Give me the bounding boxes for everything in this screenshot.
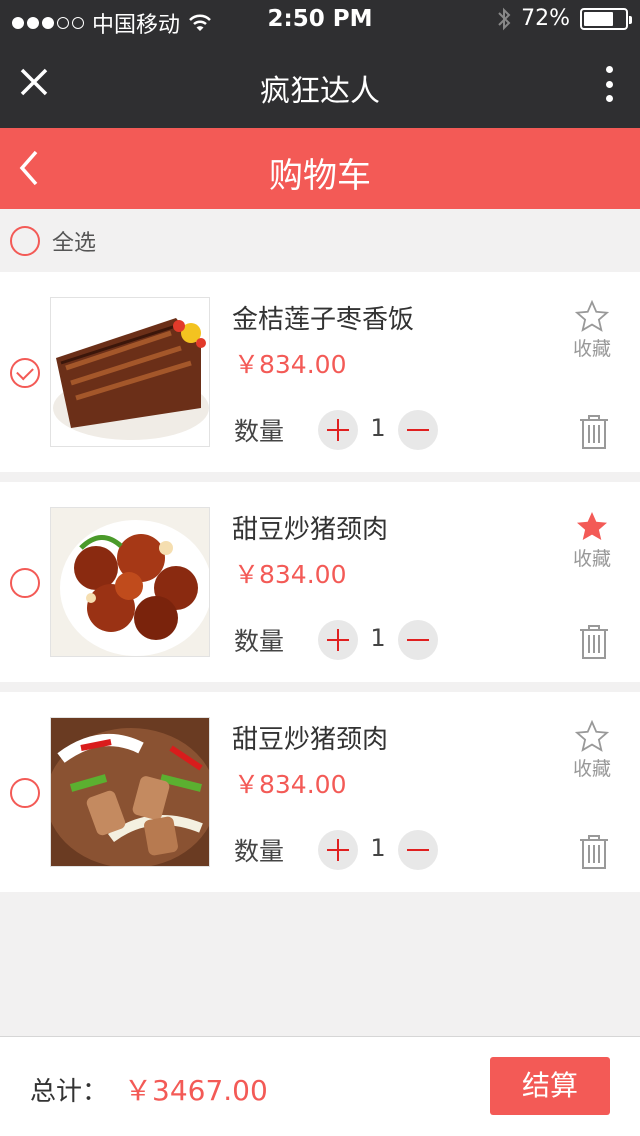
item-price: ￥834.00 [234,560,347,589]
bluetooth-icon [498,7,511,30]
favorite-label: 收藏 [572,548,611,570]
checkout-button[interactable]: 结算 [490,1057,610,1115]
item-select-checkbox[interactable] [10,568,40,598]
dish-image-braised-pork[interactable] [50,297,210,447]
more-menu-icon[interactable] [604,66,614,102]
favorite-button[interactable]: 收藏 [570,720,614,780]
trash-icon[interactable] [578,834,610,870]
page-header: 购物车 [0,128,640,209]
cart-item: 甜豆炒猪颈肉 ￥834.00 数量 1 收藏 [0,692,640,892]
quantity-value: 1 [370,414,386,442]
status-bar: 中国移动 2:50 PM 72% [0,0,640,40]
item-name: 甜豆炒猪颈肉 [232,515,389,545]
top-bar: 中国移动 2:50 PM 72% 疯狂达人 [0,0,640,128]
decrease-quantity-button[interactable] [398,830,438,870]
select-all-bar: 全选 [0,209,640,272]
cart-footer: 总计： ￥3467.00 结算 [0,1036,640,1136]
battery-percent: 72% [521,6,570,31]
trash-icon[interactable] [578,624,610,660]
quantity-label: 数量 [234,627,285,656]
cart-item: 甜豆炒猪颈肉 ￥834.00 数量 1 收藏 [0,482,640,682]
dish-image-red-braised-pork[interactable] [50,507,210,657]
page-title: 购物车 [269,156,371,196]
dish-image-squid-stir-fry[interactable] [50,717,210,867]
cart-item: 金桔莲子枣香饭 ￥834.00 数量 1 收藏 [0,272,640,472]
increase-quantity-button[interactable] [318,410,358,450]
favorite-button[interactable]: 收藏 [570,300,614,360]
decrease-quantity-button[interactable] [398,620,438,660]
total-label: 总计： [30,1077,109,1107]
item-price: ￥834.00 [234,770,347,799]
quantity-label: 数量 [234,417,285,446]
wechat-nav-bar: 疯狂达人 [0,40,640,128]
trash-icon[interactable] [578,414,610,450]
quantity-value: 1 [370,624,386,652]
star-outline-icon [575,720,609,752]
star-filled-icon [577,512,607,540]
item-select-checkbox[interactable] [10,358,40,388]
favorite-label: 收藏 [572,338,611,360]
battery-icon [580,7,632,30]
app-title: 疯狂达人 [260,74,380,109]
decrease-quantity-button[interactable] [398,410,438,450]
favorite-label: 收藏 [572,758,611,780]
item-select-checkbox[interactable] [10,778,40,808]
quantity-value: 1 [370,834,386,862]
increase-quantity-button[interactable] [318,830,358,870]
item-name: 甜豆炒猪颈肉 [232,725,389,755]
item-price: ￥834.00 [234,350,347,379]
item-name: 金桔莲子枣香饭 [232,305,415,335]
star-outline-icon [575,300,609,332]
total-amount: ￥3467.00 [124,1074,268,1107]
select-all-checkbox[interactable] [10,225,40,256]
favorite-button[interactable]: 收藏 [570,510,614,570]
increase-quantity-button[interactable] [318,620,358,660]
select-all-label[interactable]: 全选 [52,225,96,257]
quantity-label: 数量 [234,837,285,866]
